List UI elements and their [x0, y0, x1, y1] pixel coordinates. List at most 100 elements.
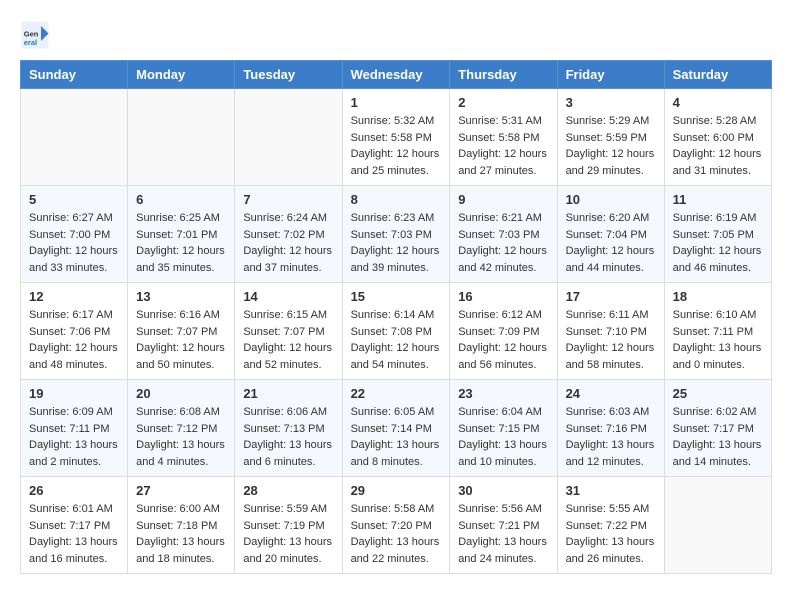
day-number: 13	[136, 289, 226, 304]
calendar-cell: 28Sunrise: 5:59 AM Sunset: 7:19 PM Dayli…	[235, 477, 342, 574]
calendar-cell: 8 Sunrise: 6:23 AM Sunset: 7:03 PM Daylig…	[342, 186, 450, 283]
day-header-tuesday: Tuesday	[235, 61, 342, 89]
calendar-cell: 31 Sunrise: 5:55 AM Sunset: 7:22 PM Dayli…	[557, 477, 664, 574]
day-header-friday: Friday	[557, 61, 664, 89]
calendar-cell	[128, 89, 235, 186]
day-number: 10	[566, 192, 656, 207]
calendar-cell: 7Sunrise: 6:24 AM Sunset: 7:02 PM Daylig…	[235, 186, 342, 283]
day-info: Sunrise: 5:29 AM Sunset: 5:59 PM Dayligh…	[566, 113, 656, 179]
calendar-cell: 27Sunrise: 6:00 AM Sunset: 7:18 PM Dayli…	[128, 477, 235, 574]
day-info: Sunrise: 6:11 AM Sunset: 7:10 PM Dayligh…	[566, 307, 656, 373]
day-number: 28	[243, 483, 333, 498]
calendar-cell: 9 Sunrise: 6:21 AM Sunset: 7:03 PM Daylig…	[450, 186, 557, 283]
day-number: 6	[136, 192, 226, 207]
day-info: Sunrise: 5:28 AM Sunset: 6:00 PM Dayligh…	[673, 113, 763, 179]
day-info: Sunrise: 5:31 AM Sunset: 5:58 PM Dayligh…	[458, 113, 548, 179]
calendar-week-row: 26Sunrise: 6:01 AM Sunset: 7:17 PM Dayli…	[21, 477, 772, 574]
day-number: 1	[351, 95, 442, 110]
day-number: 29	[351, 483, 442, 498]
day-info: Sunrise: 6:05 AM Sunset: 7:14 PM Dayligh…	[351, 404, 442, 470]
calendar-cell: 21 Sunrise: 6:06 AM Sunset: 7:13 PM Dayli…	[235, 380, 342, 477]
calendar-cell: 4 Sunrise: 5:28 AM Sunset: 6:00 PM Daylig…	[664, 89, 771, 186]
calendar-cell: 22 Sunrise: 6:05 AM Sunset: 7:14 PM Dayli…	[342, 380, 450, 477]
day-info: Sunrise: 6:14 AM Sunset: 7:08 PM Dayligh…	[351, 307, 442, 373]
calendar-header-row: SundayMondayTuesdayWednesdayThursdayFrid…	[21, 61, 772, 89]
day-info: Sunrise: 6:02 AM Sunset: 7:17 PM Dayligh…	[673, 404, 763, 470]
day-number: 30	[458, 483, 548, 498]
day-info: Sunrise: 6:06 AM Sunset: 7:13 PM Dayligh…	[243, 404, 333, 470]
calendar-cell: 25 Sunrise: 6:02 AM Sunset: 7:17 PM Dayli…	[664, 380, 771, 477]
day-info: Sunrise: 6:17 AM Sunset: 7:06 PM Dayligh…	[29, 307, 119, 373]
calendar-cell	[664, 477, 771, 574]
calendar-week-row: 1 Sunrise: 5:32 AM Sunset: 5:58 PM Daylig…	[21, 89, 772, 186]
day-number: 17	[566, 289, 656, 304]
day-info: Sunrise: 5:55 AM Sunset: 7:22 PM Dayligh…	[566, 501, 656, 567]
day-info: Sunrise: 6:12 AM Sunset: 7:09 PM Dayligh…	[458, 307, 548, 373]
day-number: 3	[566, 95, 656, 110]
day-info: Sunrise: 6:00 AM Sunset: 7:18 PM Dayligh…	[136, 501, 226, 567]
calendar-cell: 16 Sunrise: 6:12 AM Sunset: 7:09 PM Dayli…	[450, 283, 557, 380]
calendar-cell: 29 Sunrise: 5:58 AM Sunset: 7:20 PM Dayli…	[342, 477, 450, 574]
calendar-cell: 11Sunrise: 6:19 AM Sunset: 7:05 PM Dayli…	[664, 186, 771, 283]
day-number: 15	[351, 289, 442, 304]
day-number: 22	[351, 386, 442, 401]
calendar-cell: 30 Sunrise: 5:56 AM Sunset: 7:21 PM Dayli…	[450, 477, 557, 574]
day-header-monday: Monday	[128, 61, 235, 89]
calendar-cell: 3 Sunrise: 5:29 AM Sunset: 5:59 PM Daylig…	[557, 89, 664, 186]
day-number: 9	[458, 192, 548, 207]
day-info: Sunrise: 6:19 AM Sunset: 7:05 PM Dayligh…	[673, 210, 763, 276]
day-info: Sunrise: 5:56 AM Sunset: 7:21 PM Dayligh…	[458, 501, 548, 567]
day-number: 5	[29, 192, 119, 207]
day-number: 21	[243, 386, 333, 401]
calendar-cell: 14 Sunrise: 6:15 AM Sunset: 7:07 PM Dayli…	[235, 283, 342, 380]
day-info: Sunrise: 6:10 AM Sunset: 7:11 PM Dayligh…	[673, 307, 763, 373]
day-number: 2	[458, 95, 548, 110]
day-info: Sunrise: 6:21 AM Sunset: 7:03 PM Dayligh…	[458, 210, 548, 276]
day-number: 24	[566, 386, 656, 401]
day-number: 12	[29, 289, 119, 304]
day-info: Sunrise: 5:32 AM Sunset: 5:58 PM Dayligh…	[351, 113, 442, 179]
calendar-cell: 23Sunrise: 6:04 AM Sunset: 7:15 PM Dayli…	[450, 380, 557, 477]
logo-icon: Gen eral	[20, 20, 50, 50]
day-info: Sunrise: 6:15 AM Sunset: 7:07 PM Dayligh…	[243, 307, 333, 373]
day-info: Sunrise: 6:27 AM Sunset: 7:00 PM Dayligh…	[29, 210, 119, 276]
calendar-week-row: 12 Sunrise: 6:17 AM Sunset: 7:06 PM Dayli…	[21, 283, 772, 380]
calendar-cell: 19Sunrise: 6:09 AM Sunset: 7:11 PM Dayli…	[21, 380, 128, 477]
svg-text:eral: eral	[24, 38, 37, 47]
day-header-sunday: Sunday	[21, 61, 128, 89]
calendar-cell: 1 Sunrise: 5:32 AM Sunset: 5:58 PM Daylig…	[342, 89, 450, 186]
calendar-cell: 6 Sunrise: 6:25 AM Sunset: 7:01 PM Daylig…	[128, 186, 235, 283]
day-number: 8	[351, 192, 442, 207]
calendar-cell: 20Sunrise: 6:08 AM Sunset: 7:12 PM Dayli…	[128, 380, 235, 477]
calendar-week-row: 19Sunrise: 6:09 AM Sunset: 7:11 PM Dayli…	[21, 380, 772, 477]
calendar-cell: 17 Sunrise: 6:11 AM Sunset: 7:10 PM Dayli…	[557, 283, 664, 380]
day-number: 23	[458, 386, 548, 401]
day-info: Sunrise: 6:25 AM Sunset: 7:01 PM Dayligh…	[136, 210, 226, 276]
calendar-cell	[21, 89, 128, 186]
calendar-cell: 12 Sunrise: 6:17 AM Sunset: 7:06 PM Dayli…	[21, 283, 128, 380]
day-number: 25	[673, 386, 763, 401]
day-header-saturday: Saturday	[664, 61, 771, 89]
day-info: Sunrise: 6:03 AM Sunset: 7:16 PM Dayligh…	[566, 404, 656, 470]
page-header: Gen eral	[20, 20, 772, 50]
day-info: Sunrise: 6:23 AM Sunset: 7:03 PM Dayligh…	[351, 210, 442, 276]
calendar-cell	[235, 89, 342, 186]
day-number: 18	[673, 289, 763, 304]
day-number: 4	[673, 95, 763, 110]
calendar-cell: 24 Sunrise: 6:03 AM Sunset: 7:16 PM Dayli…	[557, 380, 664, 477]
logo: Gen eral	[20, 20, 54, 50]
calendar-cell: 13 Sunrise: 6:16 AM Sunset: 7:07 PM Dayli…	[128, 283, 235, 380]
calendar-cell: 2 Sunrise: 5:31 AM Sunset: 5:58 PM Daylig…	[450, 89, 557, 186]
calendar-cell: 5 Sunrise: 6:27 AM Sunset: 7:00 PM Daylig…	[21, 186, 128, 283]
day-number: 7	[243, 192, 333, 207]
day-info: Sunrise: 5:58 AM Sunset: 7:20 PM Dayligh…	[351, 501, 442, 567]
day-number: 31	[566, 483, 656, 498]
day-header-wednesday: Wednesday	[342, 61, 450, 89]
day-header-thursday: Thursday	[450, 61, 557, 89]
day-info: Sunrise: 6:20 AM Sunset: 7:04 PM Dayligh…	[566, 210, 656, 276]
day-number: 20	[136, 386, 226, 401]
calendar-cell: 26Sunrise: 6:01 AM Sunset: 7:17 PM Dayli…	[21, 477, 128, 574]
day-number: 14	[243, 289, 333, 304]
day-number: 16	[458, 289, 548, 304]
day-info: Sunrise: 6:16 AM Sunset: 7:07 PM Dayligh…	[136, 307, 226, 373]
